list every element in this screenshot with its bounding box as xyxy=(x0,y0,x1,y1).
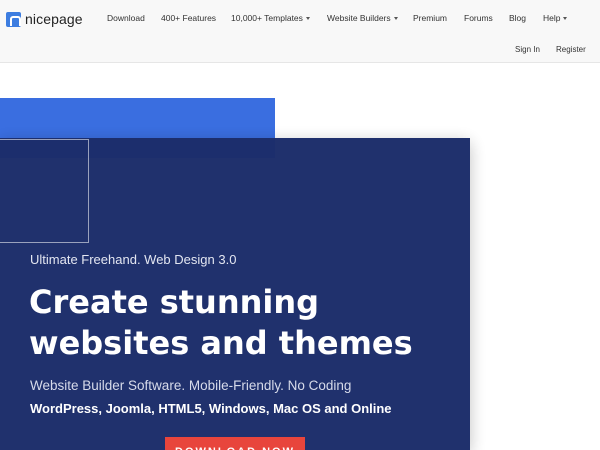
download-now-button[interactable]: DOWNLOAD NOW xyxy=(165,437,305,450)
nav-help-label: Help xyxy=(543,13,561,23)
nav-templates[interactable]: 10,000+ Templates xyxy=(231,13,310,23)
chevron-down-icon xyxy=(393,17,398,21)
hero-headline: Create stunning websites and themes xyxy=(29,283,413,362)
hero-eyebrow: Ultimate Freehand. Web Design 3.0 xyxy=(30,252,237,267)
nav-website-builders[interactable]: Website Builders xyxy=(327,13,398,23)
nav-features[interactable]: 400+ Features xyxy=(161,13,216,23)
hero-subline: Website Builder Software. Mobile-Friendl… xyxy=(30,378,352,393)
nav-premium[interactable]: Premium xyxy=(413,13,447,23)
nicepage-logo-icon xyxy=(6,11,21,27)
hero-frame-outline xyxy=(0,139,89,243)
nav-blog[interactable]: Blog xyxy=(509,13,526,23)
nav-forums[interactable]: Forums xyxy=(464,13,493,23)
logo-text: nicepage xyxy=(25,11,83,27)
nicepage-logo[interactable]: nicepage xyxy=(6,11,83,27)
hero-platforms: WordPress, Joomla, HTML5, Windows, Mac O… xyxy=(30,401,392,416)
chevron-down-icon xyxy=(305,17,310,21)
register-link[interactable]: Register xyxy=(556,45,586,54)
nav-help[interactable]: Help xyxy=(543,13,568,23)
chevron-down-icon xyxy=(563,17,568,21)
nav-templates-label: 10,000+ Templates xyxy=(231,13,303,23)
sign-in-link[interactable]: Sign In xyxy=(515,45,540,54)
top-header: nicepage Download 400+ Features 10,000+ … xyxy=(0,0,600,63)
nav-website-builders-label: Website Builders xyxy=(327,13,391,23)
nav-download[interactable]: Download xyxy=(107,13,145,23)
